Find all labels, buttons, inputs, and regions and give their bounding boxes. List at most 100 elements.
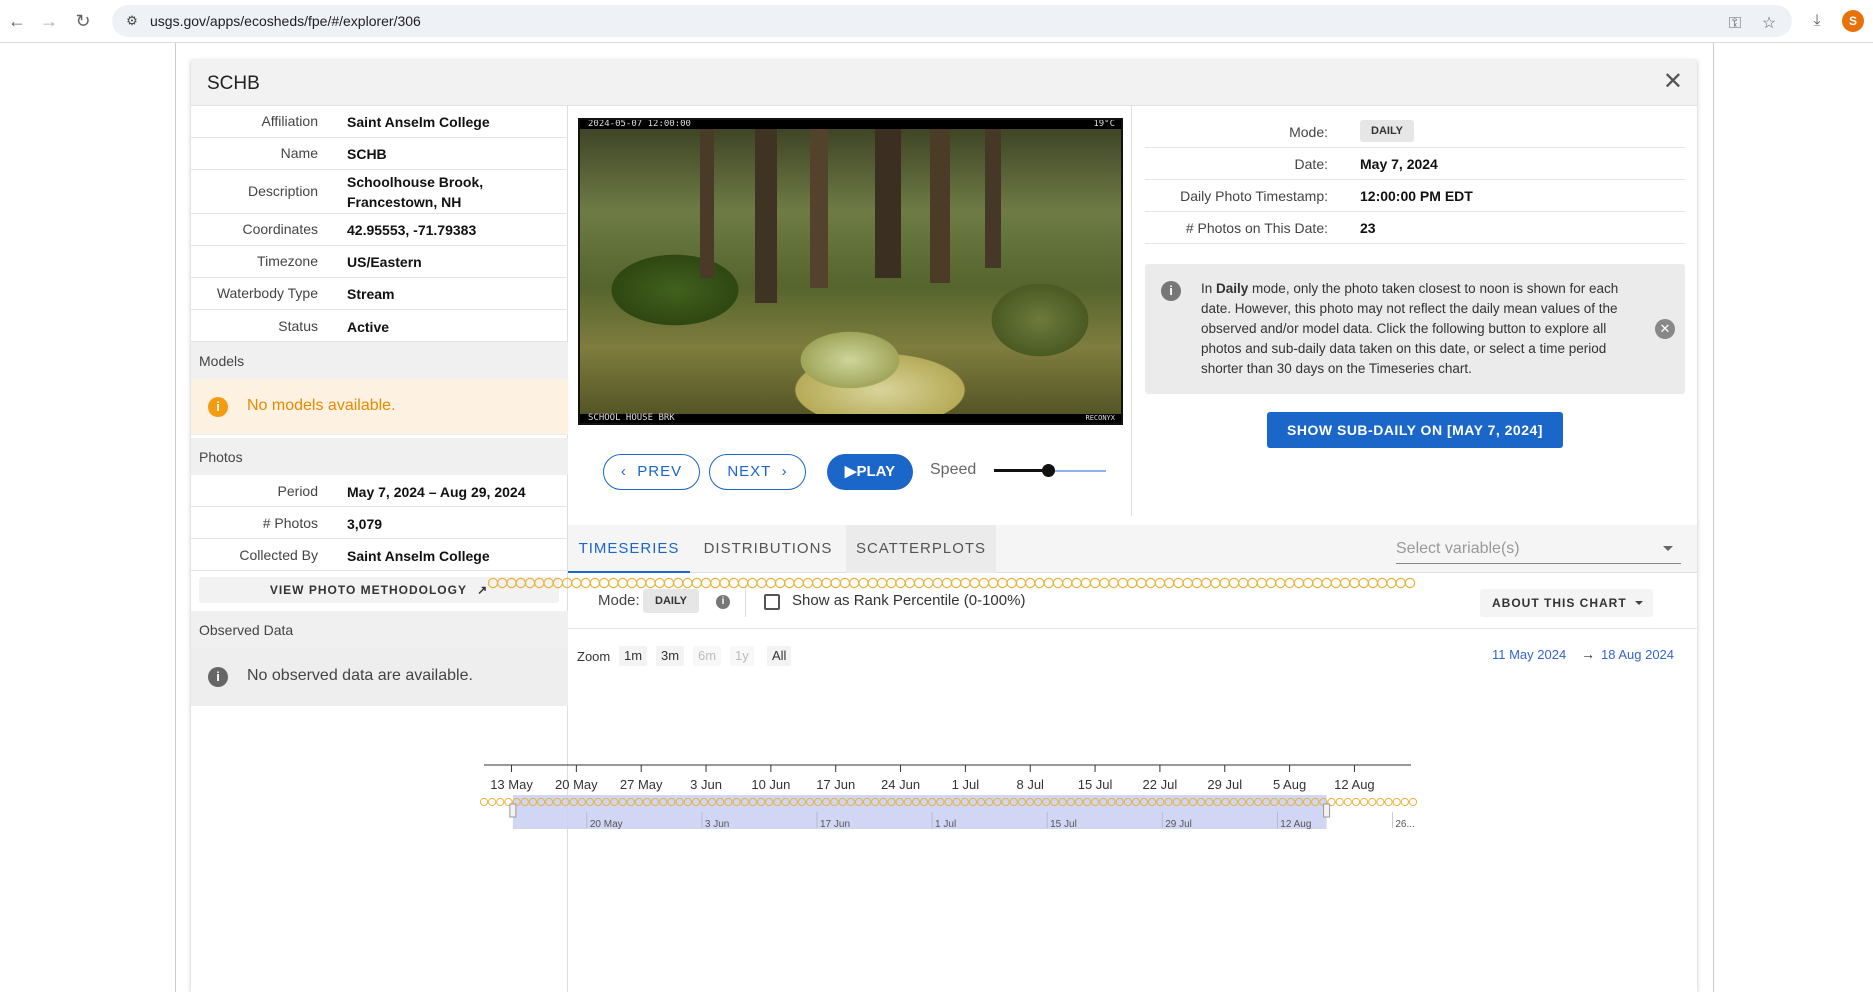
daily-photo-marker xyxy=(626,577,638,589)
daily-photo-marker xyxy=(1025,577,1036,589)
daily-photo-marker xyxy=(1182,577,1193,589)
navigator-marker xyxy=(1368,797,1377,807)
daily-photo-marker xyxy=(1302,577,1314,589)
daily-photo-marker xyxy=(636,577,647,589)
forward-icon[interactable]: → xyxy=(36,8,62,34)
daily-photo-marker xyxy=(858,577,869,589)
navigator-marker xyxy=(1343,797,1352,807)
daily-photo-marker xyxy=(1052,577,1064,589)
navigator-marker xyxy=(1360,797,1369,807)
password-key-icon[interactable]: ⚿ xyxy=(1724,13,1746,35)
daily-photo-marker xyxy=(1349,577,1360,589)
daily-photo-marker xyxy=(1062,577,1073,589)
daily-photo-marker xyxy=(654,577,665,589)
x-tick-label: 15 Jul xyxy=(1078,777,1113,792)
daily-photo-marker xyxy=(700,577,712,589)
x-tick-label: 22 Jul xyxy=(1143,777,1178,792)
daily-photo-marker xyxy=(978,577,990,589)
daily-photo-marker xyxy=(1154,577,1166,589)
daily-photo-marker xyxy=(515,577,526,589)
daily-photo-marker xyxy=(728,577,740,589)
x-tick-label: 12 Aug xyxy=(1334,777,1375,792)
profile-avatar[interactable]: S xyxy=(1842,10,1864,32)
daily-photo-marker xyxy=(765,577,777,589)
daily-photo-marker xyxy=(497,577,508,589)
daily-photo-marker xyxy=(923,577,934,589)
daily-photo-marker xyxy=(997,577,1008,589)
daily-photo-marker xyxy=(1367,577,1379,589)
daily-photo-marker xyxy=(784,577,795,589)
daily-photo-marker xyxy=(561,577,573,589)
daily-photo-marker xyxy=(487,577,499,589)
daily-photo-marker xyxy=(589,577,601,589)
daily-photo-marker xyxy=(1247,577,1258,589)
daily-photo-marker xyxy=(617,577,628,589)
daily-photo-marker xyxy=(756,577,767,589)
daily-photo-marker xyxy=(1377,577,1388,589)
daily-photo-marker xyxy=(1228,577,1240,589)
x-tick-label: 17 Jun xyxy=(816,777,855,792)
navigator-marker xyxy=(479,797,489,807)
daily-photo-marker xyxy=(1006,577,1017,589)
daily-photo-marker xyxy=(1089,577,1101,589)
daily-photo-marker xyxy=(524,577,536,589)
navigator-tick-label: 29 Jul xyxy=(1165,819,1192,830)
navigator-tick-label: 20 May xyxy=(590,819,623,830)
navigator-tick-label: 17 Jun xyxy=(820,819,850,830)
navigator-marker xyxy=(1392,797,1401,807)
daily-photo-marker xyxy=(1136,577,1147,589)
url-text[interactable]: usgs.gov/apps/ecosheds/fpe/#/explorer/30… xyxy=(150,13,421,29)
daily-photo-marker xyxy=(1358,577,1369,589)
reload-icon[interactable]: ↻ xyxy=(70,8,96,34)
back-icon[interactable]: ← xyxy=(4,8,30,34)
timeseries-chart[interactable]: 13 May 20 May 27 May 3 Jun 10 Jun 17 Jun 24 Ju… xyxy=(191,60,1697,992)
navigator-tick-label: 3 Jun xyxy=(705,819,729,830)
daily-photo-marker xyxy=(1191,577,1203,589)
daily-photo-marker xyxy=(747,577,758,589)
daily-photo-marker xyxy=(506,577,517,589)
daily-photo-marker xyxy=(1219,577,1230,589)
daily-photo-marker xyxy=(793,577,804,589)
daily-photo-marker xyxy=(1339,577,1351,589)
daily-photo-marker xyxy=(691,577,702,589)
daily-photo-marker xyxy=(543,577,554,589)
daily-photo-marker xyxy=(802,577,814,589)
navigator-handle-left xyxy=(509,803,517,818)
daily-photo-marker xyxy=(1210,577,1221,589)
daily-photo-marker xyxy=(710,577,721,589)
navigator-marker xyxy=(1376,797,1385,807)
daily-photo-marker xyxy=(645,577,656,589)
navigator-marker xyxy=(1384,797,1393,807)
daily-photo-marker xyxy=(941,577,953,589)
daily-photo-marker xyxy=(737,577,749,589)
site-info-icon[interactable]: ⚙ xyxy=(122,11,142,31)
daily-photo-marker xyxy=(1265,577,1277,589)
address-bar[interactable]: ⚙ usgs.gov/apps/ecosheds/fpe/#/explorer/… xyxy=(112,5,1792,37)
daily-photo-marker xyxy=(1312,577,1323,589)
daily-photo-marker xyxy=(830,577,841,589)
x-tick-label: 1 Jul xyxy=(952,777,980,792)
daily-photo-marker xyxy=(1404,577,1416,589)
daily-photo-marker xyxy=(960,577,971,589)
daily-photo-marker xyxy=(821,577,832,589)
navigator-marker xyxy=(1400,797,1409,807)
daily-photo-marker xyxy=(913,577,925,589)
navigator-tick-label: 1 Jul xyxy=(935,819,956,830)
x-tick-label: 13 May xyxy=(490,777,533,792)
daily-photo-marker xyxy=(839,577,851,589)
daily-photo-marker xyxy=(1163,577,1175,589)
daily-photo-marker xyxy=(1256,577,1267,589)
daily-photo-marker xyxy=(849,577,860,589)
daily-photo-marker xyxy=(987,577,999,589)
daily-photo-marker xyxy=(1284,577,1295,589)
daily-photo-marker xyxy=(1238,577,1249,589)
x-tick-label: 5 Aug xyxy=(1273,777,1306,792)
daily-photo-marker xyxy=(1108,577,1119,589)
daily-photo-marker xyxy=(886,577,897,589)
bookmark-star-icon[interactable]: ☆ xyxy=(1758,13,1780,35)
daily-photo-marker xyxy=(663,577,675,589)
navigator-marker xyxy=(1351,797,1361,807)
download-icon[interactable]: ⤓ xyxy=(1806,10,1828,32)
daily-photo-marker xyxy=(1117,577,1129,589)
x-tick-label: 8 Jul xyxy=(1016,777,1044,792)
